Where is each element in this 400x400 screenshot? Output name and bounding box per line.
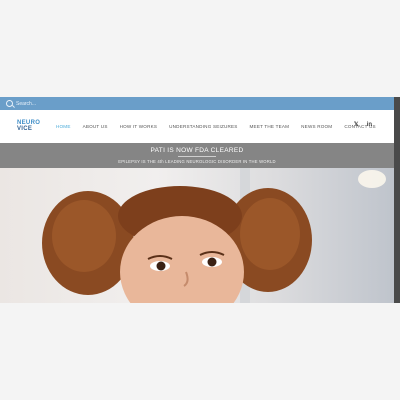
nav-how-it-works[interactable]: HOW IT WORKS: [120, 124, 158, 129]
banner-divider: [178, 156, 216, 157]
site-logo[interactable]: NEURO VICE: [17, 120, 41, 134]
social-links: 𝕏 in: [354, 121, 372, 129]
banner-headline: PATI IS NOW FDA CLEARED: [150, 147, 244, 154]
nav-home[interactable]: HOME: [56, 124, 71, 129]
nav-about-us[interactable]: ABOUT US: [83, 124, 108, 129]
child-photo: [42, 168, 386, 303]
linkedin-icon[interactable]: in: [367, 122, 372, 128]
search-input[interactable]: [16, 100, 136, 107]
nav-understanding-seizures[interactable]: UNDERSTANDING SEIZURES: [169, 124, 237, 129]
banner-subline: EPILEPSY IS THE 4th LEADING NEUROLOGIC D…: [118, 159, 276, 164]
hero-image: [0, 168, 394, 303]
search-bar: [0, 97, 394, 110]
nav-meet-the-team[interactable]: MEET THE TEAM: [250, 124, 290, 129]
website-frame: NEURO VICE HOME ABOUT US HOW IT WORKS UN…: [0, 97, 394, 303]
search-icon[interactable]: [6, 100, 13, 107]
twitter-icon[interactable]: 𝕏: [354, 121, 359, 128]
nav-news-room[interactable]: NEWS ROOM: [301, 124, 332, 129]
scrollbar-edge: [394, 97, 400, 303]
header-navbar: NEURO VICE HOME ABOUT US HOW IT WORKS UN…: [0, 110, 394, 143]
logo-line-2: VICE: [17, 126, 33, 132]
main-nav: HOME ABOUT US HOW IT WORKS UNDERSTANDING…: [56, 110, 388, 143]
announcement-banner: PATI IS NOW FDA CLEARED EPILEPSY IS THE …: [0, 143, 394, 168]
